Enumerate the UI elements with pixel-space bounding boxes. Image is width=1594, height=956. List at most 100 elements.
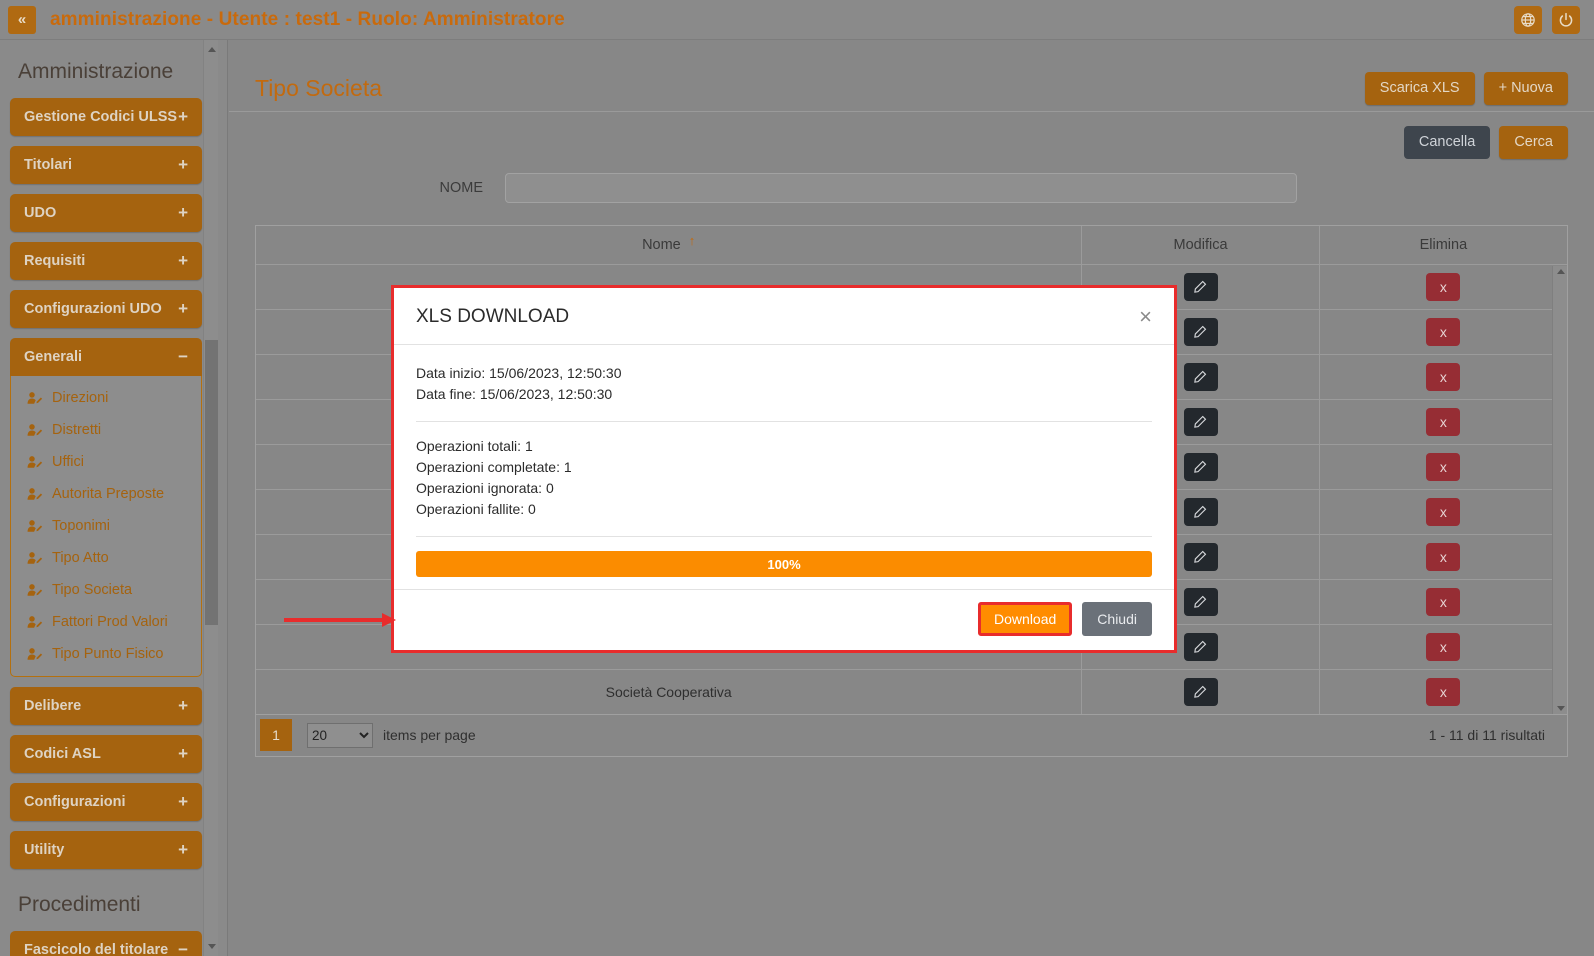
sidebar-item-direzioni[interactable]: Direzioni [11,382,201,414]
sidebar-group-label-generali: Generali [24,349,83,365]
sidebar-group-header-delibere[interactable]: Delibere + [10,687,202,725]
edit-icon[interactable] [1183,407,1218,436]
delete-x-icon[interactable]: x [1426,272,1461,301]
sidebar-group-label-configurazioni: Configurazioni [24,794,126,810]
delete-x-icon[interactable]: x [1426,362,1461,391]
sidebar-section-procedimenti: Procedimenti [18,893,141,916]
sidebar-group-header-utility[interactable]: Utility + [10,831,202,869]
user-edit-icon [27,424,43,436]
sidebar-group-header-requisiti[interactable]: Requisiti + [10,242,202,280]
sidebar-group-header-configurazioni[interactable]: Configurazioni + [10,783,202,821]
close-icon[interactable]: × [1139,306,1152,328]
sidebar-collapse-button[interactable]: « [8,5,36,34]
sidebar-group-header-fascicolo-del-titolare[interactable]: Fascicolo del titolare − [10,931,202,956]
user-edit-icon [27,392,43,404]
sidebar-item-label-tipo-societa: Tipo Societa [52,582,133,598]
sidebar-group-header-generali[interactable]: Generali − [10,338,202,376]
app-title: amministrazione - Utente : test1 - Ruolo… [50,8,565,30]
sidebar-item-label-tipo-atto: Tipo Atto [52,550,109,566]
sidebar-group-label-fascicolo-del-titolare: Fascicolo del titolare [24,942,169,956]
sidebar-group-header-udo[interactable]: UDO + [10,194,202,232]
edit-icon[interactable] [1183,542,1218,571]
power-icon[interactable] [1552,5,1580,34]
sidebar: Amministrazione Gestione Codici ULSS + Tito… [0,40,228,956]
cell-elimina: x [1319,534,1567,580]
cell-elimina: x [1319,579,1567,625]
items-per-page-select[interactable]: 5102050100 [307,722,373,748]
plus-icon: + [178,840,188,859]
edit-icon[interactable] [1183,452,1218,481]
sidebar-scroll-thumb[interactable] [205,340,218,625]
modal-footer: Download Chiudi [284,589,1174,650]
user-edit-icon [27,584,43,596]
delete-x-icon[interactable]: x [1426,452,1461,481]
table-header-nome[interactable]: Nome ↑ [256,225,1083,265]
sidebar-group-label-gestione-codici-ulss: Gestione Codici ULSS [24,109,178,125]
nome-filter-input[interactable] [505,172,1297,203]
edit-icon[interactable] [1183,362,1218,391]
cell-nome: Società partecipata a capitale interamen… [256,714,1082,715]
table-row[interactable]: Società Cooperativa x [256,669,1567,714]
cell-elimina: x [1319,399,1567,445]
edit-icon[interactable] [1183,677,1218,706]
edit-icon[interactable] [1183,317,1218,346]
edit-icon[interactable] [1183,272,1218,301]
sidebar-scroll-down-icon[interactable] [204,939,219,954]
plus-icon: + [178,155,188,174]
globe-icon[interactable] [1514,5,1542,34]
user-edit-icon [27,488,43,500]
sidebar-item-distretti[interactable]: Distretti [11,414,201,446]
sidebar-item-tipo-punto-fisico[interactable]: Tipo Punto Fisico [11,638,201,670]
delete-x-icon[interactable]: x [1426,317,1461,346]
download-button[interactable]: Download [978,602,1073,636]
delete-x-icon[interactable]: x [1426,497,1461,526]
sidebar-group-header-gestione-codici-ulss[interactable]: Gestione Codici ULSS + [10,98,202,136]
filter-row: NOME [229,159,1594,203]
search-actions-row: Cancella Cerca [229,112,1594,159]
plus-icon: + [178,744,188,763]
sidebar-item-autorita-preposte[interactable]: Autorita Preposte [11,478,201,510]
delete-x-icon[interactable]: x [1426,677,1461,706]
user-edit-icon [27,552,43,564]
sidebar-group-label-udo: UDO [24,205,57,221]
sidebar-item-uffici[interactable]: Uffici [11,446,201,478]
annotation-arrow-icon [284,613,402,627]
delete-x-icon[interactable]: x [1426,632,1461,661]
cancella-button[interactable]: Cancella [1403,126,1491,159]
scarica-xls-button[interactable]: Scarica XLS [1364,72,1475,105]
page-number-1[interactable]: 1 [260,719,292,752]
edit-icon[interactable] [1183,587,1218,616]
cerca-button[interactable]: Cerca [1499,126,1568,159]
table-scroll-up-icon[interactable] [1553,268,1567,274]
edit-icon[interactable] [1183,497,1218,526]
sidebar-section-amministrazione: Amministrazione [18,60,174,83]
sidebar-group-label-utility: Utility [24,842,65,858]
sidebar-item-fattori-prod-valori[interactable]: Fattori Prod Valori [11,606,201,638]
nuova-button[interactable]: + Nuova [1483,72,1568,105]
sidebar-group-header-titolari[interactable]: Titolari + [10,146,202,184]
chiudi-button[interactable]: Chiudi [1082,602,1152,636]
table-scrollbar[interactable] [1552,265,1567,714]
sidebar-group-requisiti: Requisiti + [10,242,202,280]
table-header-row: Nome ↑ Modifica Elimina [256,225,1567,265]
sidebar-scrollbar[interactable] [203,40,218,956]
sidebar-group-utility: Utility + [10,831,202,869]
sidebar-item-toponimi[interactable]: Toponimi [11,510,201,542]
cell-nome: Società Cooperativa [256,669,1083,714]
delete-x-icon[interactable]: x [1426,407,1461,436]
table-scroll-down-icon[interactable] [1553,705,1567,711]
edit-icon[interactable] [1183,632,1218,661]
sidebar-group-delibere: Delibere + [10,687,202,725]
sidebar-scroll-up-icon[interactable] [204,42,219,57]
sidebar-group-header-codici-asl[interactable]: Codici ASL + [10,735,202,773]
modal-body: Data inizio: 15/06/2023, 12:50:30 Data f… [394,345,1174,589]
nome-filter-label: NOME [439,179,484,196]
sidebar-item-tipo-societa[interactable]: Tipo Societa [11,574,201,606]
delete-x-icon[interactable]: x [1426,587,1461,616]
delete-x-icon[interactable]: x [1426,542,1461,571]
table-row[interactable]: Società partecipata a capitale interamen… [256,714,1567,715]
cell-modifica [1081,669,1320,714]
sidebar-group-header-configurazioni-udo[interactable]: Configurazioni UDO + [10,290,202,328]
sidebar-item-tipo-atto[interactable]: Tipo Atto [11,542,201,574]
sidebar-group-label-codici-asl: Codici ASL [24,746,101,762]
